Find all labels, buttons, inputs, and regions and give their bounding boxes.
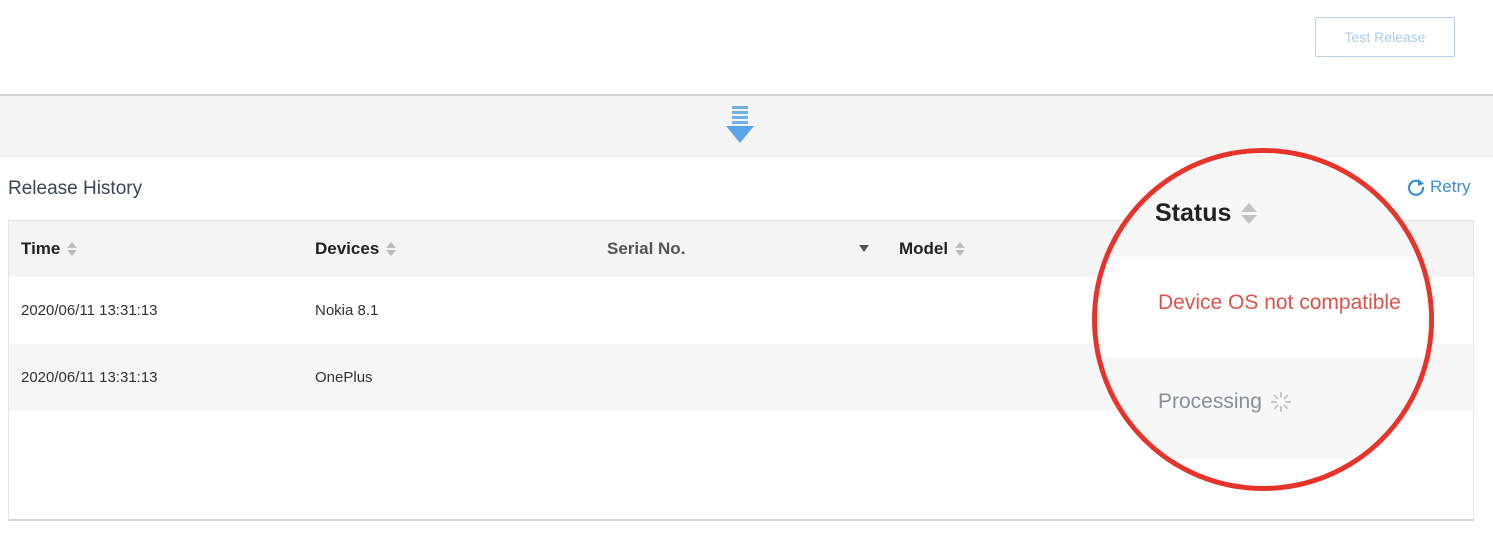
section-title: Release History	[8, 178, 143, 199]
cell-device: Nokia 8.1	[315, 302, 379, 319]
column-header-serial[interactable]: Serial No.	[607, 221, 685, 277]
status-processing: Processing	[1158, 390, 1292, 414]
column-header-model[interactable]: Model	[899, 221, 966, 277]
sort-icon[interactable]	[386, 242, 397, 256]
column-header-time[interactable]: Time	[21, 221, 78, 277]
sort-icon[interactable]	[67, 242, 78, 256]
spinner-icon	[1270, 392, 1291, 412]
sort-icon[interactable]	[955, 242, 966, 256]
status-error-text: Device OS not compatible	[1158, 291, 1401, 314]
column-label: Model	[899, 239, 949, 258]
column-label: Serial No.	[607, 239, 686, 258]
status-processing-text: Processing	[1158, 390, 1262, 413]
cell-device: OnePlus	[315, 369, 373, 386]
column-label: Status	[1155, 199, 1232, 227]
column-label: Devices	[315, 239, 380, 258]
column-label: Time	[21, 239, 61, 258]
sort-icon[interactable]	[1241, 203, 1258, 224]
download-arrow-icon[interactable]	[724, 106, 756, 146]
column-header-status[interactable]: Status	[1155, 199, 1258, 228]
test-release-button[interactable]: Test Release	[1315, 17, 1455, 57]
column-header-devices[interactable]: Devices	[315, 221, 397, 277]
filter-caret-icon[interactable]	[859, 245, 869, 252]
retry-label: Retry	[1430, 177, 1471, 196]
magnified-header	[1097, 153, 1429, 257]
status-magnifier-callout: Status Device OS not compatible Processi…	[1092, 148, 1434, 491]
cell-time: 2020/06/11 13:31:13	[21, 302, 158, 319]
cell-time: 2020/06/11 13:31:13	[21, 369, 158, 386]
top-toolbar: Test Release	[0, 0, 1493, 94]
